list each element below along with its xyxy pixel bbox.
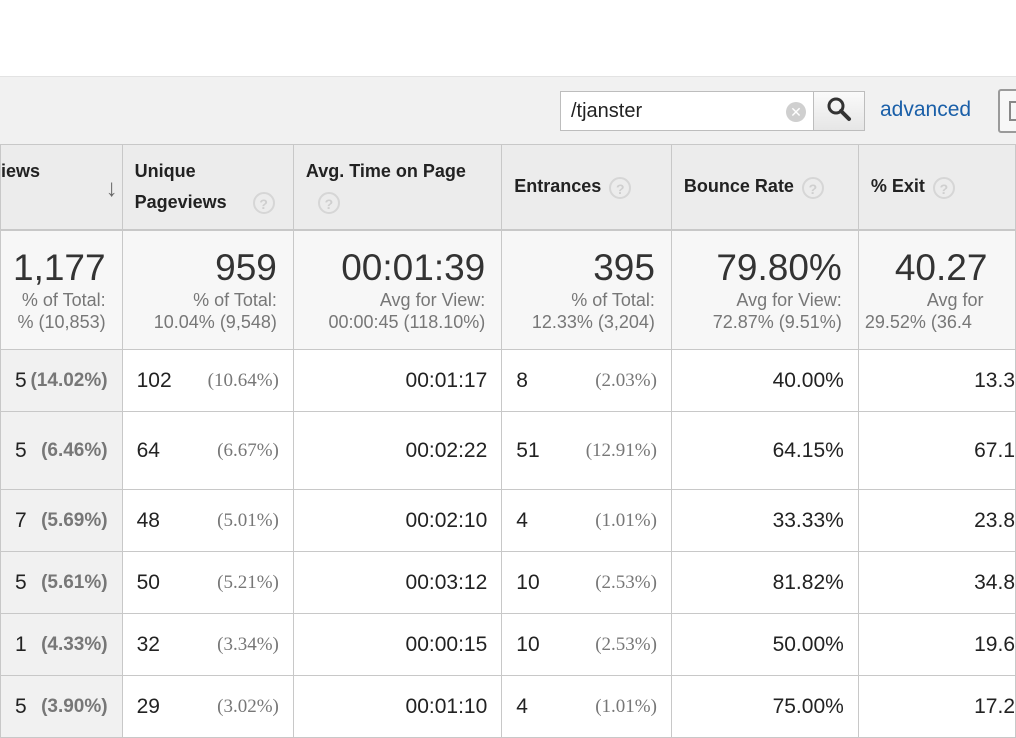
table-row[interactable]: 5 (14.02%) 102 (10.64%) 00:01:17 8 (2.03%) … (0, 349, 1016, 412)
col-header-avg-time[interactable]: Avg. Time on Page? (292, 144, 503, 231)
sort-descending-icon[interactable]: ↓ (106, 173, 118, 204)
table-header-row: iews ↓ Unique Pageviews? Avg. Time on Pa… (0, 144, 1016, 231)
summary-cell: 00:01:39 Avg for View: 00:00:45 (118.10%) (292, 229, 503, 350)
table-toolbar: ✕ advanced (0, 76, 1016, 144)
table-row[interactable]: 1 (4.33%) 32 (3.34%) 00:00:15 10 (2.53%) 50… (0, 613, 1016, 676)
summary-cell: 79.80% Avg for View: 72.87% (9.51%) (670, 229, 859, 350)
col-header-entrances[interactable]: Entrances? (501, 144, 672, 231)
summary-cell: 959% of Total: 10.04% (9,548) (121, 229, 294, 350)
report-table: iews ↓ Unique Pageviews? Avg. Time on Pa… (0, 144, 1016, 738)
help-icon[interactable]: ? (252, 192, 275, 214)
top-whitespace (0, 0, 1016, 76)
search-icon (826, 96, 852, 127)
summary-row: 1,177% of Total:% (10,853) 959% of Total… (0, 229, 1016, 350)
col-header-label: Avg. Time on Page (305, 160, 466, 181)
view-toggle-button[interactable] (998, 89, 1016, 133)
table-row[interactable]: 5 (5.61%) 50 (5.21%) 00:03:12 10 (2.53%) 81… (0, 551, 1016, 614)
col-header-unique-pageviews[interactable]: Unique Pageviews? (121, 144, 294, 231)
col-header-bounce-rate[interactable]: Bounce Rate? (670, 144, 859, 231)
help-icon[interactable]: ? (932, 176, 955, 199)
clear-search-icon[interactable]: ✕ (786, 102, 806, 122)
summary-cell: 1,177% of Total:% (10,853) (0, 229, 123, 350)
search-button[interactable] (813, 91, 865, 131)
col-header-label: Entrances (514, 176, 602, 197)
summary-cell: 40.27 Avg for 29.52% (36.4 (857, 229, 1016, 350)
table-row[interactable]: 7 (5.69%) 48 (5.01%) 00:02:10 4 (1.01%) 33.… (0, 489, 1016, 552)
table-row[interactable]: 5 (3.90%) 29 (3.02%) 00:01:10 4 (1.01%) 75.… (0, 675, 1016, 738)
col-header-pageviews[interactable]: iews ↓ (0, 144, 123, 231)
help-icon[interactable]: ? (801, 176, 824, 199)
col-header-exit[interactable]: % Exit? (857, 144, 1016, 231)
col-header-label: Bounce Rate (683, 176, 794, 197)
help-icon[interactable]: ? (609, 176, 632, 199)
search-input[interactable] (560, 91, 814, 131)
table-view-icon (1009, 101, 1016, 121)
summary-cell: 395% of Total: 12.33% (3,204) (501, 229, 672, 350)
table-row[interactable]: 5 (6.46%) 64 (6.67%) 00:02:22 51 (12.91%) 6… (0, 411, 1016, 490)
advanced-filter-link[interactable]: advanced (880, 98, 971, 122)
help-icon[interactable]: ? (317, 192, 340, 214)
col-header-label: % Exit (870, 176, 925, 197)
col-header-label: Unique Pageviews (134, 160, 227, 212)
